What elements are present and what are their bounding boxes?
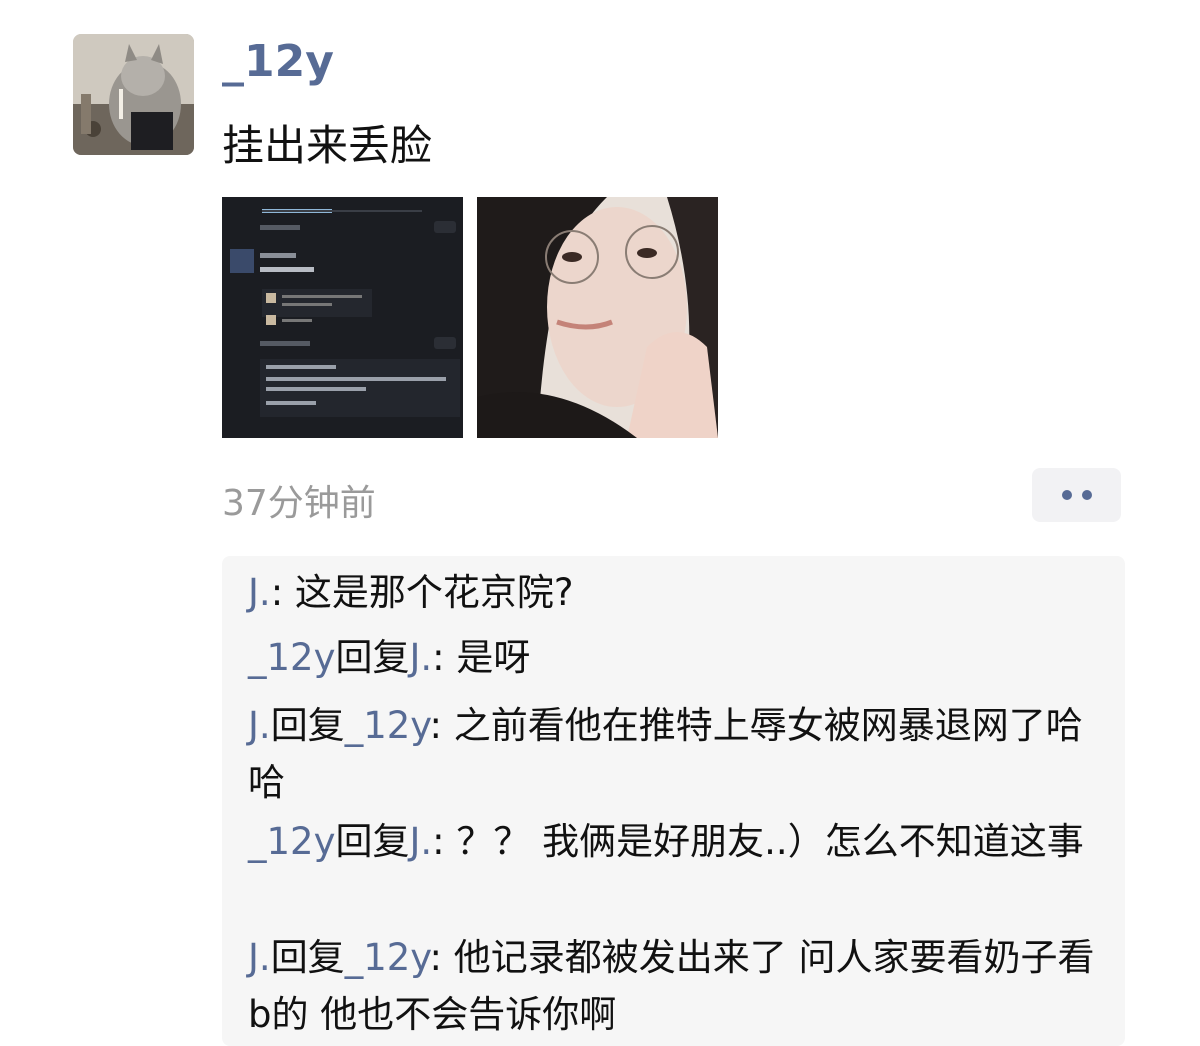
comment-separator: : xyxy=(429,704,454,747)
comment-author[interactable]: _12y xyxy=(248,636,335,679)
comment-separator: : xyxy=(432,820,457,863)
screenshot-image-icon xyxy=(222,197,463,438)
avatar[interactable] xyxy=(73,34,194,155)
comment-author[interactable]: J. xyxy=(248,571,271,614)
post-image-screenshot[interactable] xyxy=(222,197,463,438)
comments-panel: J.: 这是那个花京院? _12y回复J.: 是呀 J.回复_12y: 之前看他… xyxy=(222,556,1125,1046)
comment-item[interactable]: J.: 这是那个花京院? xyxy=(248,564,1108,621)
cat-avatar-icon xyxy=(73,34,194,155)
comment-separator: : xyxy=(432,636,457,679)
comment-item[interactable]: J.回复_12y: 他记录都被发出来了 问人家要看奶子看b的 他也不会告诉你啊 xyxy=(248,929,1108,1043)
comment-text: ？？ 我俩是好朋友..）怎么不知道这事 xyxy=(456,820,1084,863)
comment-author[interactable]: J. xyxy=(248,704,271,747)
comment-author[interactable]: _12y xyxy=(248,820,335,863)
comment-text: 是呀 xyxy=(456,636,531,679)
comment-separator: : xyxy=(429,936,454,979)
comment-item[interactable]: _12y回复J.: ？？ 我俩是好朋友..）怎么不知道这事 xyxy=(248,813,1108,870)
more-options-button[interactable] xyxy=(1032,468,1121,522)
post-username[interactable]: _12y xyxy=(222,36,334,87)
post-timestamp: 37分钟前 xyxy=(222,483,376,524)
comment-reply-word: 回复 xyxy=(335,820,410,863)
comment-reply-to[interactable]: _12y xyxy=(345,936,430,979)
comment-reply-to[interactable]: J. xyxy=(409,820,432,863)
comment-reply-word: 回复 xyxy=(270,704,345,747)
selfie-photo-icon xyxy=(477,197,718,438)
comment-item[interactable]: _12y回复J.: 是呀 xyxy=(248,629,1108,686)
dot-icon xyxy=(1061,490,1072,500)
comment-text: 这是那个花京院? xyxy=(294,571,574,614)
dot-icon xyxy=(1081,490,1092,500)
comment-reply-to[interactable]: _12y xyxy=(345,704,430,747)
comment-author[interactable]: J. xyxy=(248,936,271,979)
comment-reply-to[interactable]: J. xyxy=(409,636,432,679)
post-image-selfie[interactable] xyxy=(477,197,718,438)
comment-reply-word: 回复 xyxy=(270,936,345,979)
post-text: 挂出来丢脸 xyxy=(222,121,433,170)
comment-separator: : xyxy=(270,571,295,614)
comment-item[interactable]: J.回复_12y: 之前看他在推特上辱女被网暴退网了哈哈 xyxy=(248,697,1108,811)
comment-reply-word: 回复 xyxy=(335,636,410,679)
